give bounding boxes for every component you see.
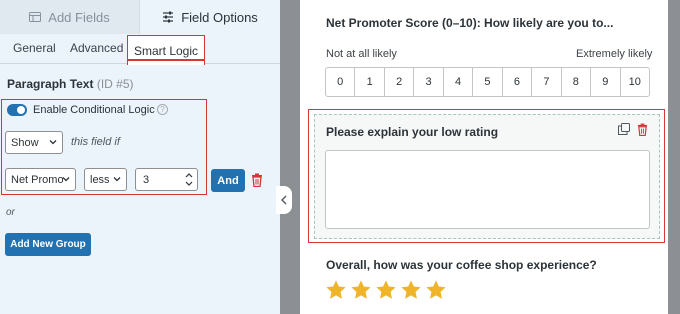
paragraph-field-label: Please explain your low rating xyxy=(326,125,499,139)
field-options-panel: Add Fields Field Options General Advance… xyxy=(0,0,280,314)
star-icon[interactable] xyxy=(375,279,397,301)
field-title: Paragraph Text xyxy=(7,77,94,91)
chevron-left-icon xyxy=(281,195,287,205)
chevron-down-icon xyxy=(62,177,70,182)
conditional-logic-toggle[interactable] xyxy=(7,104,27,116)
nps-option[interactable]: 10 xyxy=(621,68,649,96)
or-separator: or xyxy=(6,207,15,218)
star-icon[interactable] xyxy=(400,279,422,301)
help-icon[interactable]: ? xyxy=(157,104,168,115)
stepper-arrows-icon[interactable] xyxy=(185,172,193,187)
rule-field-select[interactable]: Net Promoter Score xyxy=(5,168,76,191)
nps-option[interactable]: 1 xyxy=(355,68,385,96)
and-button[interactable]: And xyxy=(211,169,245,192)
toggle-knob xyxy=(17,106,25,114)
tab-general[interactable]: General xyxy=(13,41,56,55)
action-select-value: Show xyxy=(11,136,39,149)
conditional-logic-label: Enable Conditional Logic xyxy=(33,104,155,116)
nps-option[interactable]: 7 xyxy=(532,68,562,96)
duplicate-field-copy-icon[interactable] xyxy=(618,123,630,135)
delete-field-trash-icon[interactable] xyxy=(637,123,648,136)
star-icon[interactable] xyxy=(350,279,372,301)
chevron-down-icon xyxy=(49,140,57,145)
nps-option[interactable]: 2 xyxy=(385,68,415,96)
rule-field-value: Net Promoter Score xyxy=(11,173,63,186)
rule-value-input[interactable]: 3 xyxy=(135,168,198,191)
preview-right-gutter xyxy=(668,0,680,314)
panel-tabs: Add Fields Field Options xyxy=(0,0,280,34)
nps-option[interactable]: 5 xyxy=(473,68,503,96)
tab-field-options[interactable]: Field Options xyxy=(140,0,280,34)
nps-high-label: Extremely likely xyxy=(576,48,653,60)
field-heading: Paragraph Text (ID #5) xyxy=(7,77,134,91)
nps-option[interactable]: 9 xyxy=(591,68,621,96)
tab-smart-logic-label: Smart Logic xyxy=(133,43,199,58)
star-icon[interactable] xyxy=(325,279,347,301)
delete-rule-trash-icon[interactable] xyxy=(251,173,263,187)
fields-table-icon xyxy=(29,12,42,22)
sliders-icon xyxy=(163,11,174,23)
collapse-panel-button[interactable] xyxy=(276,186,292,214)
paragraph-textarea[interactable] xyxy=(325,150,650,229)
add-new-group-button[interactable]: Add New Group xyxy=(5,233,91,256)
action-select[interactable]: Show xyxy=(5,131,63,154)
rule-value: 3 xyxy=(143,173,150,186)
nps-option[interactable]: 3 xyxy=(414,68,444,96)
tab-add-fields-label: Add Fields xyxy=(48,9,110,25)
rule-operator-select[interactable]: less xyxy=(84,168,127,191)
star-icon[interactable] xyxy=(425,279,447,301)
tab-advanced[interactable]: Advanced xyxy=(70,41,123,55)
nps-scale: 0 1 2 3 4 5 6 7 8 9 10 xyxy=(325,67,650,97)
nps-option[interactable]: 4 xyxy=(444,68,474,96)
panel-divider xyxy=(280,0,300,314)
nps-option[interactable]: 0 xyxy=(326,68,356,96)
tab-add-fields[interactable]: Add Fields xyxy=(0,0,140,34)
nps-option[interactable]: 8 xyxy=(562,68,592,96)
nps-question: Net Promoter Score (0–10): How likely ar… xyxy=(326,16,614,30)
nps-low-label: Not at all likely xyxy=(326,48,397,60)
rule-operator-value: less xyxy=(90,173,110,186)
field-id: (ID #5) xyxy=(96,77,134,91)
smart-logic-active-indicator xyxy=(127,59,205,61)
nps-option[interactable]: 6 xyxy=(503,68,533,96)
chevron-down-icon xyxy=(113,177,121,182)
rating-question: Overall, how was your coffee shop experi… xyxy=(326,258,597,272)
tab-field-options-label: Field Options xyxy=(181,9,258,25)
this-field-if-text: this field if xyxy=(71,136,120,148)
star-rating xyxy=(325,279,447,301)
